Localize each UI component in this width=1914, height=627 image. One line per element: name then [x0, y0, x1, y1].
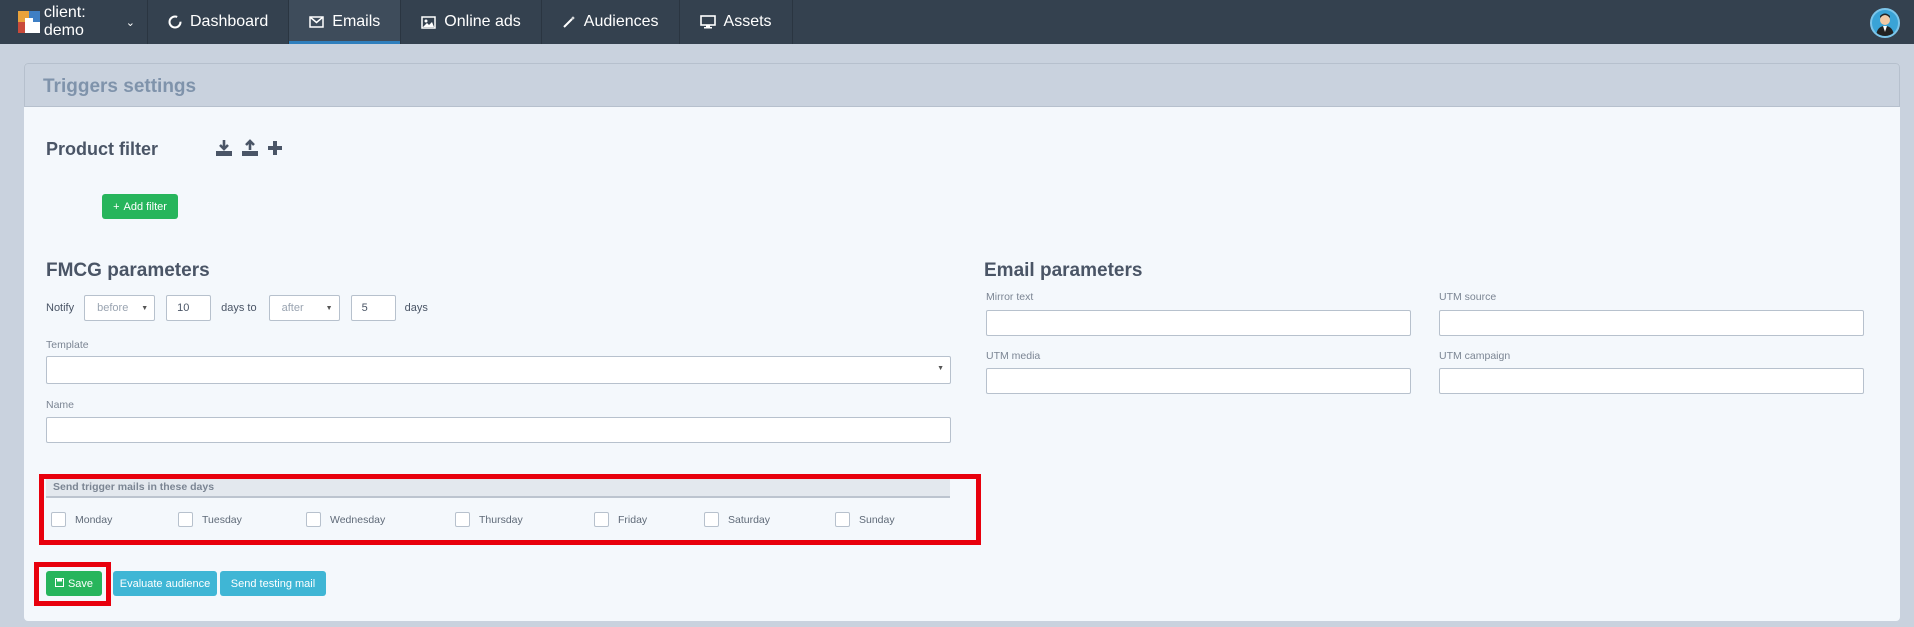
- days-input-1[interactable]: 10: [166, 295, 212, 321]
- utm-campaign-label: UTM campaign: [1439, 350, 1511, 362]
- tab-assets-label: Assets: [723, 13, 772, 30]
- utm-campaign-input[interactable]: [1439, 368, 1864, 394]
- tab-online-ads[interactable]: Online ads: [401, 0, 542, 44]
- trigger-days-header: Send trigger mails in these days: [46, 479, 950, 498]
- envelope-icon: [309, 16, 325, 28]
- notify-label: Notify: [46, 302, 75, 314]
- caret-down-icon: ▼: [141, 304, 149, 312]
- days-label: days: [404, 302, 428, 314]
- image-icon: [421, 15, 437, 29]
- utm-media-input[interactable]: [986, 368, 1411, 394]
- tab-online-ads-label: Online ads: [444, 13, 521, 30]
- trigger-days-title: Send trigger mails in these days: [53, 481, 215, 493]
- tab-emails-label: Emails: [332, 13, 381, 30]
- days-input-2[interactable]: 5: [350, 295, 396, 321]
- mirror-text-label: Mirror text: [986, 291, 1034, 303]
- add-filter-button[interactable]: + Add filter: [102, 194, 178, 219]
- save-label: Save: [67, 577, 94, 590]
- day-thursday[interactable]: Thursday: [455, 512, 523, 527]
- download-icon[interactable]: [214, 138, 234, 158]
- user-avatar[interactable]: [1870, 8, 1900, 38]
- client-selector[interactable]: client: demo ⌄: [0, 0, 148, 44]
- template-select[interactable]: ▼: [46, 356, 951, 384]
- product-filter-tools: [214, 138, 284, 158]
- day-tuesday[interactable]: Tuesday: [178, 512, 242, 527]
- day-label: Thursday: [479, 513, 523, 526]
- after-select-value: after: [281, 302, 304, 314]
- notify-row: Notify before ▼ 10 days to after ▼ 5 day…: [46, 295, 428, 321]
- day-label: Wednesday: [330, 513, 386, 526]
- caret-down-icon: ▼: [325, 304, 333, 312]
- tab-dashboard[interactable]: Dashboard: [148, 0, 290, 44]
- checkbox[interactable]: [704, 512, 719, 527]
- name-input[interactable]: [46, 417, 951, 443]
- day-label: Monday: [75, 513, 113, 526]
- checkbox[interactable]: [594, 512, 609, 527]
- day-label: Tuesday: [202, 513, 242, 526]
- client-label: client: demo: [43, 4, 86, 39]
- day-friday[interactable]: Friday: [594, 512, 647, 527]
- send-testing-mail-label: Send testing mail: [230, 577, 316, 590]
- day-label: Friday: [618, 513, 648, 526]
- chevron-down-icon: ⌄: [125, 16, 135, 29]
- before-select[interactable]: before ▼: [84, 295, 156, 321]
- name-label: Name: [46, 399, 75, 411]
- add-filter-label: Add filter: [123, 200, 167, 213]
- magic-wand-icon: [562, 15, 576, 29]
- evaluate-audience-label: Evaluate audience: [119, 577, 211, 590]
- before-select-value: before: [97, 302, 129, 314]
- utm-source-input[interactable]: [1439, 310, 1864, 336]
- day-wednesday[interactable]: Wednesday: [306, 512, 385, 527]
- checkbox[interactable]: [178, 512, 193, 527]
- app-logo-icon: [18, 11, 40, 33]
- day-monday[interactable]: Monday: [51, 512, 112, 527]
- day-label: Sunday: [859, 513, 895, 526]
- monitor-icon: [699, 15, 716, 29]
- plus-icon[interactable]: [266, 138, 284, 158]
- days-to-label: days to: [221, 302, 257, 314]
- circle-notch-icon: [168, 15, 182, 29]
- checkbox[interactable]: [306, 512, 321, 527]
- floppy-disk-icon: [54, 577, 64, 590]
- panel-header: Triggers settings: [24, 63, 1900, 107]
- checkbox[interactable]: [455, 512, 470, 527]
- upload-icon[interactable]: [240, 138, 260, 158]
- mirror-text-input[interactable]: [986, 310, 1411, 336]
- utm-source-label: UTM source: [1439, 291, 1497, 303]
- checkbox[interactable]: [835, 512, 850, 527]
- fmcg-parameters-heading: FMCG parameters: [46, 260, 210, 281]
- caret-down-icon: ▼: [937, 365, 944, 372]
- day-label: Saturday: [728, 513, 771, 526]
- day-sunday[interactable]: Sunday: [835, 512, 895, 527]
- day-saturday[interactable]: Saturday: [704, 512, 770, 527]
- tab-audiences-label: Audiences: [583, 13, 659, 30]
- send-testing-mail-button[interactable]: Send testing mail: [220, 571, 326, 596]
- trigger-days-section: Send trigger mails in these days Monday …: [39, 474, 981, 545]
- save-button[interactable]: Save: [46, 571, 102, 596]
- template-label: Template: [46, 339, 89, 351]
- email-parameters-heading: Email parameters: [984, 260, 1143, 281]
- evaluate-audience-button[interactable]: Evaluate audience: [113, 571, 217, 596]
- tab-assets[interactable]: Assets: [680, 0, 793, 44]
- plus-icon: +: [113, 200, 120, 213]
- triggers-settings-panel: Triggers settings Product filter + Add f…: [24, 63, 1900, 621]
- top-nav: client: demo ⌄ Dashboard Emails Online a…: [0, 0, 1914, 44]
- product-filter-heading: Product filter: [46, 139, 159, 159]
- tab-emails[interactable]: Emails: [289, 0, 402, 44]
- after-select[interactable]: after ▼: [268, 295, 340, 321]
- tab-dashboard-label: Dashboard: [190, 13, 269, 30]
- page-title: Triggers settings: [43, 76, 197, 97]
- utm-media-label: UTM media: [986, 350, 1041, 362]
- checkbox[interactable]: [51, 512, 66, 527]
- tab-audiences[interactable]: Audiences: [542, 0, 680, 44]
